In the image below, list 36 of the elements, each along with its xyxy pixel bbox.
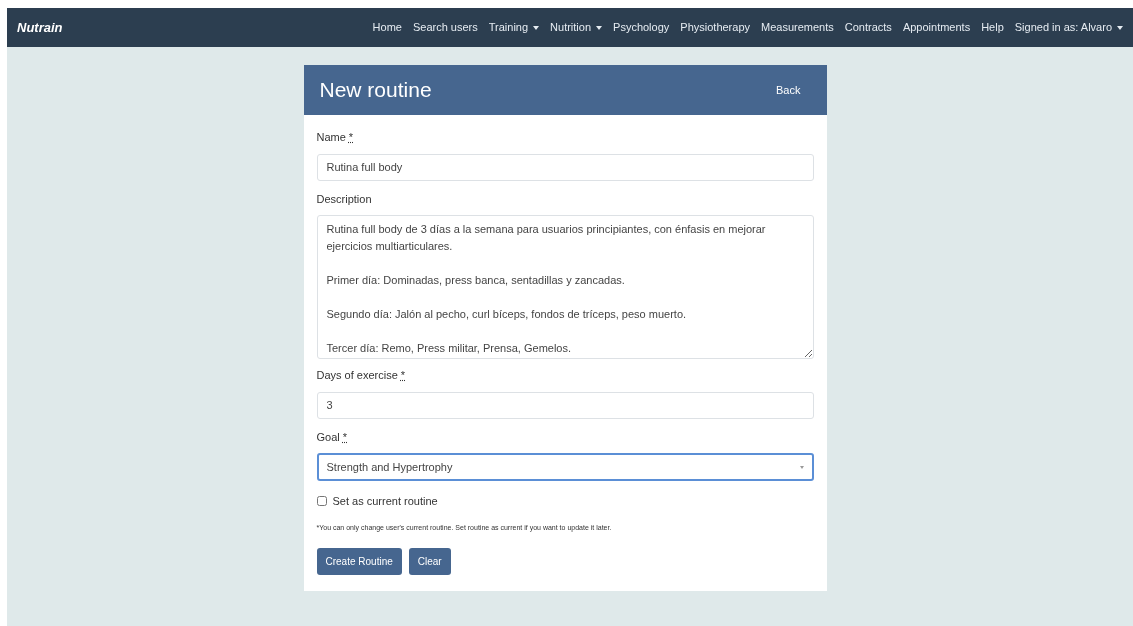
required-mark: *	[342, 429, 348, 445]
nav-link[interactable]: Appointments	[902, 19, 971, 36]
field-label: Description	[316, 191, 372, 207]
checkbox[interactable]	[316, 496, 327, 507]
checkbox-label: Set as current routine	[332, 494, 438, 509]
nav-dropdown[interactable]: Nutrition	[550, 19, 603, 36]
clear-button[interactable]: Clear	[408, 548, 451, 575]
back-link[interactable]: Back	[776, 81, 801, 99]
goal-select[interactable]: Strength and Hypertrophy	[316, 453, 814, 481]
caret-icon	[533, 25, 540, 30]
card-title: New routine	[319, 77, 432, 104]
nav-link[interactable]: Contracts	[844, 19, 892, 36]
nav-link[interactable]: Measurements	[761, 19, 834, 36]
caret-icon	[799, 465, 804, 469]
nav-link[interactable]: Search users	[412, 19, 478, 36]
required-mark: *	[400, 368, 406, 383]
nav-label: Training	[488, 20, 529, 36]
field-label: Goal	[316, 429, 340, 445]
input-field[interactable]: 3	[316, 391, 814, 419]
create-button[interactable]: Create Routine	[316, 548, 402, 575]
nav-dropdown[interactable]: Signed in as: Alvaro	[1014, 19, 1123, 36]
caret-icon	[596, 25, 603, 30]
description-field[interactable]: Rutina full body de 3 días a la semana para usuarios principiantes, con énfasis en mejorar ejercicios multiarticulares. Primer día: Dominadas, press banca, sentadillas y zancadas. Segundo día: Jalón al pecho, curl bíceps, fondos de tríceps, peso muerto. Tercer día: Remo, Press militar, Prensa, Gemelos.	[316, 215, 814, 359]
nav-link[interactable]: Home	[372, 19, 402, 36]
required-mark: *	[348, 130, 354, 145]
field-label: Name	[316, 130, 346, 145]
nav-label: Signed in as: Alvaro	[1014, 20, 1112, 36]
brand-logo[interactable]: Nutrain	[17, 17, 63, 38]
input-field[interactable]: Rutina full body	[316, 153, 814, 181]
nav-link[interactable]: Psychology	[613, 19, 670, 36]
nav-dropdown[interactable]: Training	[488, 19, 540, 36]
nav-link[interactable]: Physiotherapy	[680, 19, 751, 36]
nav-label: Nutrition	[550, 20, 592, 36]
field-label: Days of exercise	[316, 368, 398, 383]
caret-icon	[1117, 25, 1123, 30]
nav-link[interactable]: Help	[981, 19, 1004, 36]
